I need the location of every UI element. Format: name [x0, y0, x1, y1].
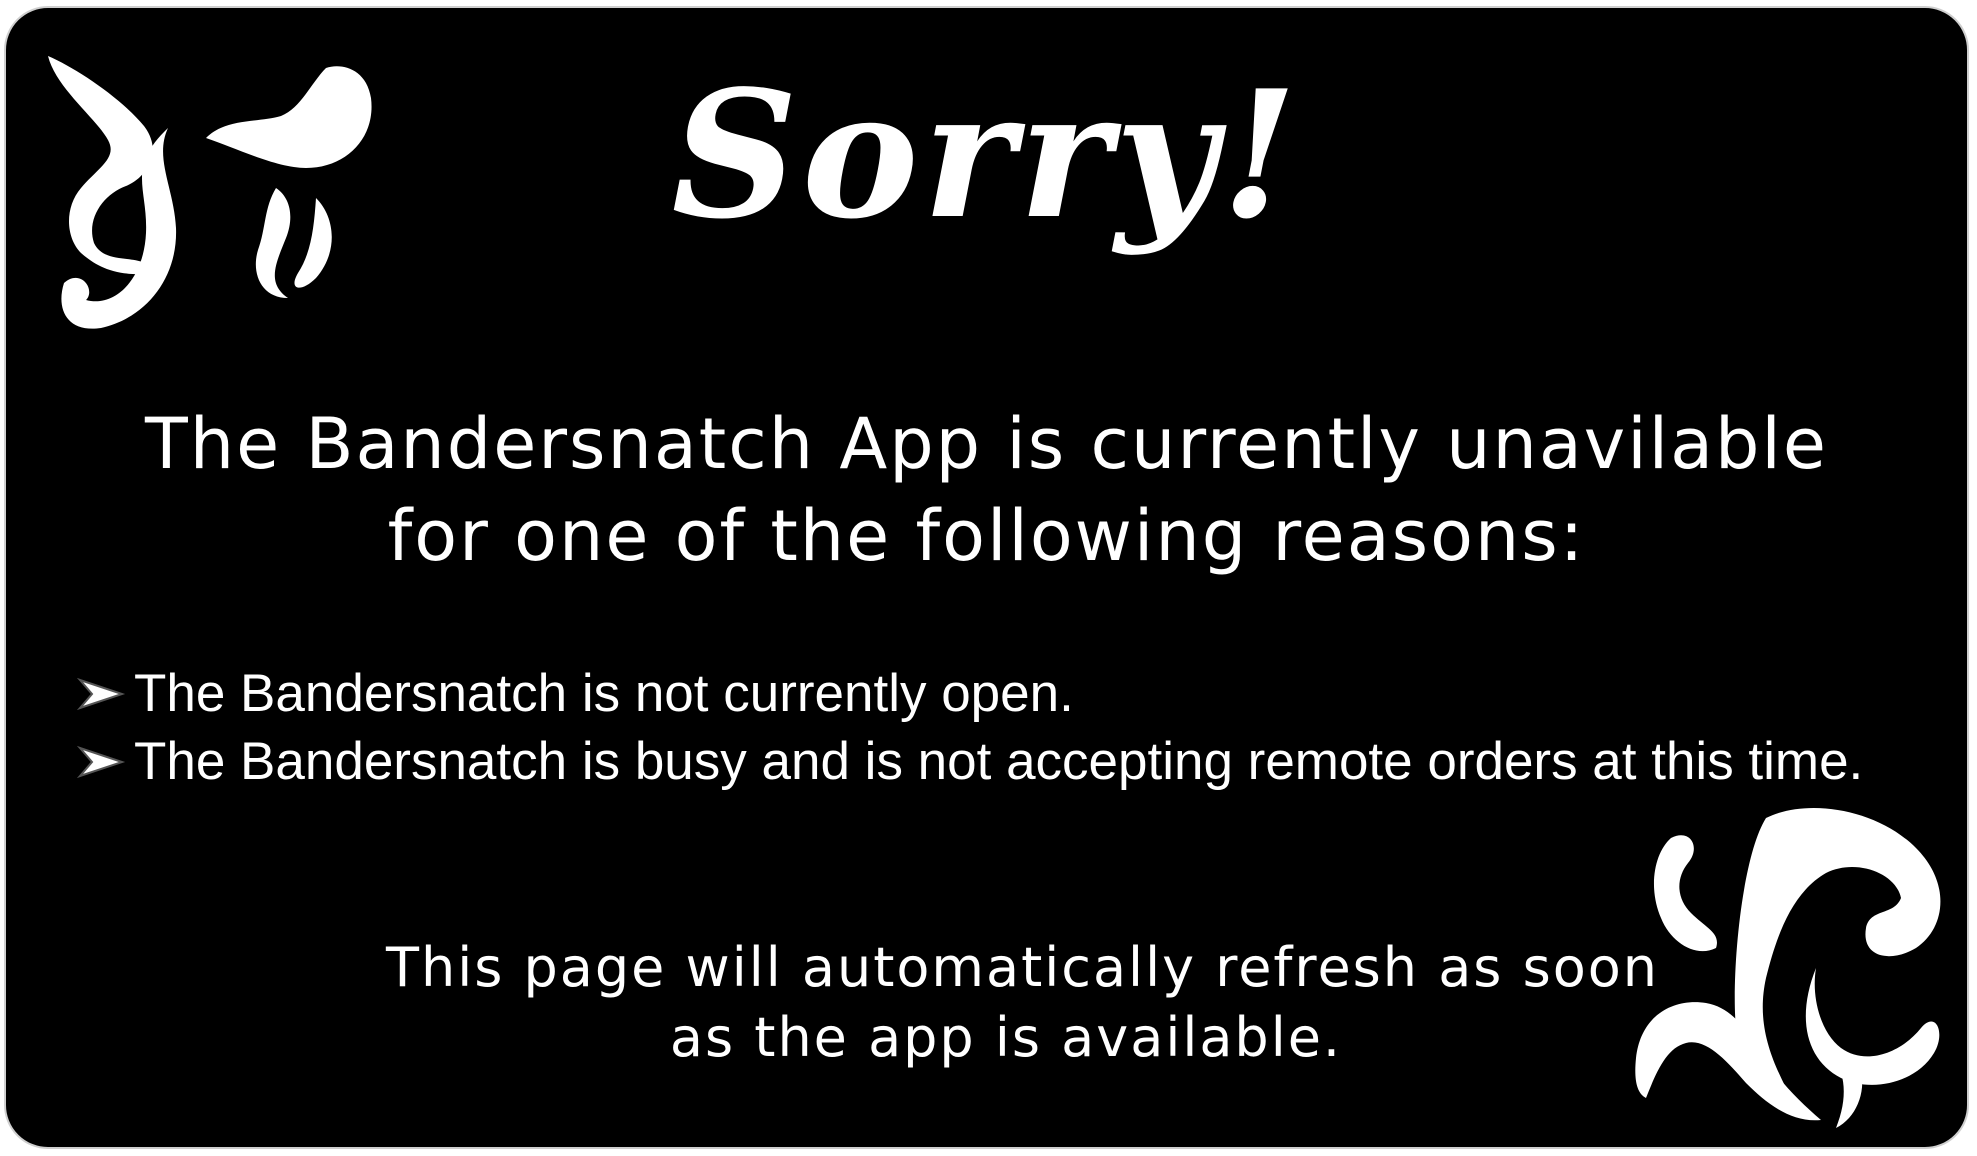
reasons-list: The Bandersnatch is not currently open. …: [76, 660, 1863, 796]
refresh-notice-line: This page will automatically refresh as …: [386, 936, 1660, 999]
arrow-bullet-icon: [76, 677, 126, 711]
unavailable-message: The Bandersnatch App is currently unavil…: [6, 398, 1967, 582]
unavailable-message-line: for one of the following reasons:: [387, 495, 1586, 577]
list-item: The Bandersnatch is busy and is not acce…: [76, 728, 1863, 796]
page-title: Sorry!: [671, 53, 1302, 258]
reason-text: The Bandersnatch is busy and is not acce…: [134, 732, 1864, 791]
swirl-ornament-icon: [1635, 808, 1941, 1128]
unavailable-message-line: The Bandersnatch App is currently unavil…: [145, 403, 1828, 485]
refresh-notice-line: as the app is available.: [669, 1006, 1343, 1069]
list-item: The Bandersnatch is not currently open.: [76, 660, 1863, 728]
reason-text: The Bandersnatch is not currently open.: [134, 664, 1074, 723]
refresh-notice: This page will automatically refresh as …: [386, 933, 1660, 1073]
arrow-bullet-icon: [76, 745, 126, 779]
unavailable-card: Sorry! The Bandersnatch App is currently…: [4, 6, 1969, 1149]
